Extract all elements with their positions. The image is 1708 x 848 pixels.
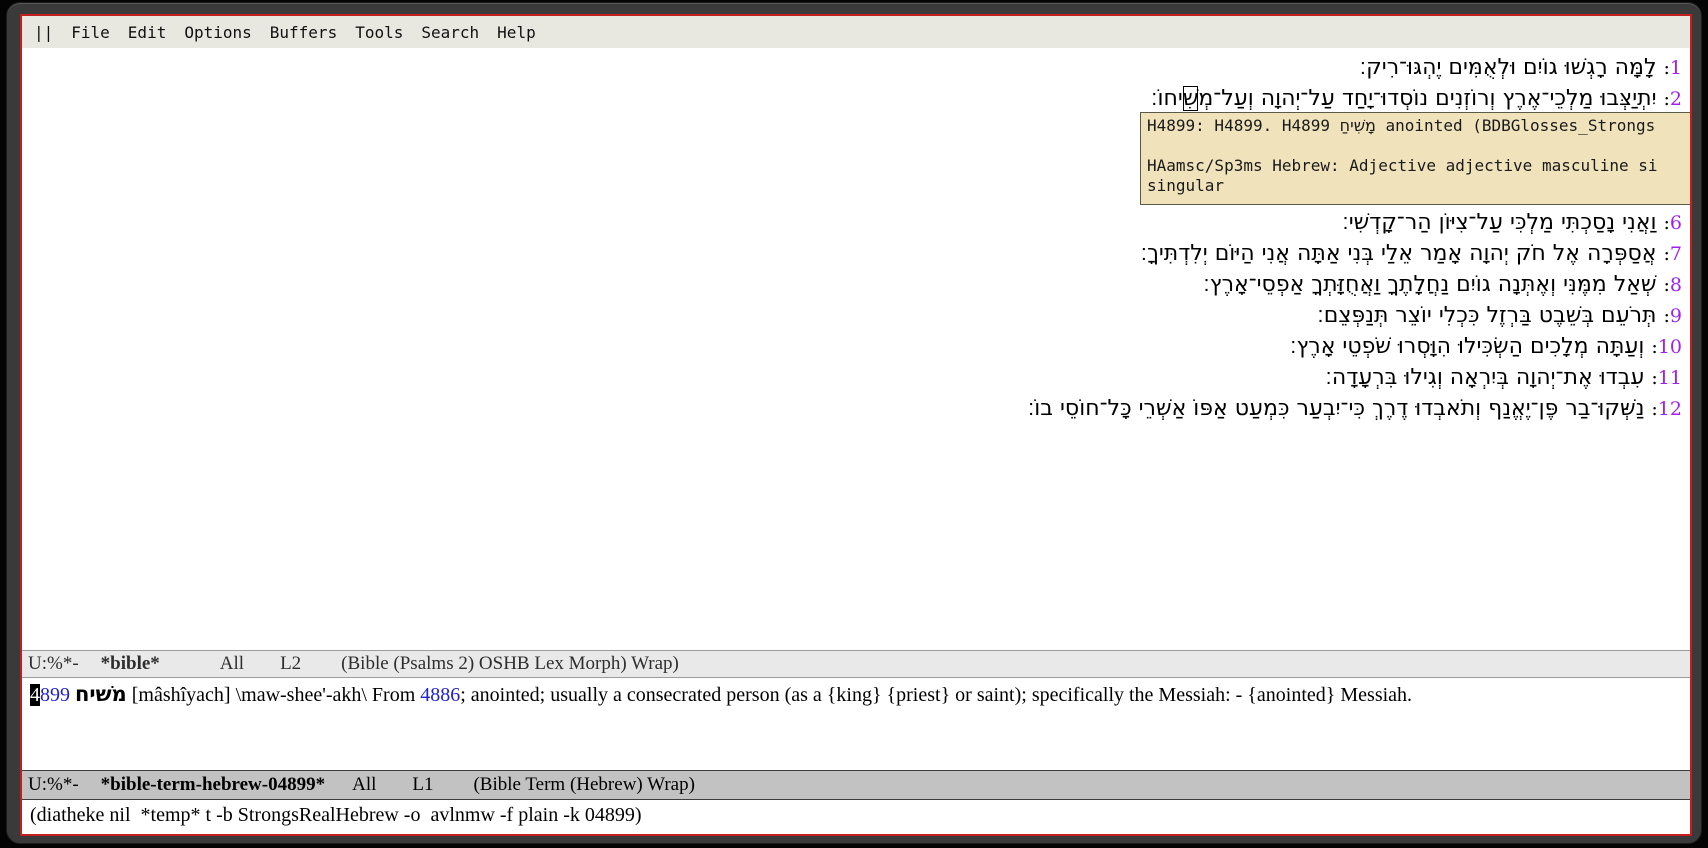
modeline-term-segment-3: L1 — [412, 774, 433, 796]
modeline-bible-segment-3: L2 — [280, 653, 301, 675]
verse-line: 11: עִבְדוּ אֶת־יְהוָה בְּיִרְאָה וְגִיל… — [22, 362, 1682, 393]
verse-text: וַאֲנִי נָסַכְתִּי מַלְכִּי עַל־צִיּוֹן … — [1342, 210, 1656, 235]
menu-bar: || File Edit Options Buffers Tools Search Help — [22, 16, 1690, 48]
verse-text: נַשְּׁקוּ־בַר פֶּן־יֶאֱנַף וְתֹאבְדוּ דֶ… — [1028, 396, 1645, 421]
tooltip-text-line: singular — [1147, 176, 1690, 196]
verse-line: 8: שְׁאַל מִמֶּנִּי וְאֶתְּנָה גוֹיִם נַ… — [22, 269, 1682, 300]
modeline-term-segment-1: *bible-term-hebrew-04899* — [101, 774, 325, 796]
menu-item-options[interactable]: Options — [184, 23, 251, 42]
menu-item-edit[interactable]: Edit — [128, 23, 167, 42]
menu-item-buffers[interactable]: Buffers — [270, 23, 337, 42]
verse-number: 8 — [1670, 274, 1682, 296]
verse-text: וְעַתָּה מְלָכִים הַשְׂכִּילוּ הִוָּסְרו… — [1290, 334, 1644, 359]
psalm-verses: 1: לָמָּה רָגְשׁוּ גוֹיִם וּלְאֻמִּים יֶ… — [22, 52, 1682, 424]
inactive-hollow-cursor: שִׁ — [1183, 86, 1199, 111]
modeline-term-segment-2: All — [352, 774, 376, 796]
minibuffer-command: (diatheke nil *temp* t -b StrongsRealHeb… — [30, 804, 642, 827]
tooltip-text-line: HAamsc/Sp3ms Hebrew: Adjective adjective… — [1147, 156, 1690, 176]
modeline-term-segment-4: (Bible Term (Hebrew) Wrap) — [473, 774, 694, 796]
strongs-tooltip: H4899: H4899. H4899 מָשִׁיחַ anointed (B… — [1140, 112, 1690, 205]
verse-number: 2 — [1670, 88, 1682, 110]
hebrew-lemma: משׁיח — [75, 681, 127, 706]
tooltip-text-line: H4899: H4899. H4899 מָשִׁיחַ anointed (B… — [1147, 116, 1690, 136]
verse-line: 10: וְעַתָּה מְלָכִים הַשְׂכִּילוּ הִוָּ… — [22, 331, 1682, 362]
verse-line: 2: יִתְיַצְּבוּ מַלְכֵי־אֶרֶץ וְרוֹזְנִי… — [22, 83, 1682, 114]
verse-number: 1 — [1670, 57, 1682, 79]
text-cursor-block: 4 — [30, 684, 40, 706]
tooltip-text-line — [1147, 136, 1690, 156]
strongs-number-4899-link[interactable]: 899 — [40, 684, 70, 706]
verse-line: 12: נַשְּׁקוּ־בַר פֶּן־יֶאֱנַף וְתֹאבְדו… — [22, 393, 1682, 424]
verse-text: יִתְיַצְּבוּ מַלְכֵי־אֶרֶץ וְרוֹזְנִים נ… — [1198, 86, 1656, 111]
term-buffer-window[interactable]: 4899 משׁיח [mâshîyach] \maw-shee'-akh\ F… — [22, 678, 1690, 770]
verse-number: 9 — [1670, 305, 1682, 327]
verse-line: 6: וַאֲנִי נָסַכְתִּי מַלְכִּי עַל־צִיּו… — [22, 207, 1682, 238]
modeline-bible-segment-2: All — [220, 653, 244, 675]
modeline-term-segment-0: U:%*- — [28, 774, 79, 796]
verse-text: לָמָּה רָגְשׁוּ גוֹיִם וּלְאֻמִּים יֶהְג… — [1360, 55, 1657, 80]
definition-text: ; anointed; usually a consecrated person… — [460, 684, 1412, 706]
bible-buffer-window[interactable]: 1: לָמָּה רָגְשׁוּ גוֹיִם וּלְאֻמִּים יֶ… — [22, 48, 1690, 650]
modeline-bible-segment-4: (Bible (Psalms 2) OSHB Lex Morph) Wrap) — [341, 653, 679, 675]
strongs-number-4886-link[interactable]: 4886 — [420, 684, 460, 706]
verse-line: 7: אֲסַפְּרָה אֶל חֹק יְהוָה אָמַר אֵלַי… — [22, 238, 1682, 269]
emacs-frame: ||FileEditOptionsBuffersToolsSearchHelp … — [20, 14, 1692, 836]
menu-item-tools[interactable]: Tools — [355, 23, 403, 42]
verse-text: יחוֹ׃ — [1151, 86, 1183, 111]
verse-text: תְּרֹעֵם בְּשֵׁבֶט בַּרְזֶל כִּכְלִי יוֹ… — [1317, 303, 1656, 328]
verse-number: 11 — [1658, 367, 1682, 389]
verse-number: 6 — [1670, 212, 1682, 234]
modeline-bible-segment-0: U:%*- — [28, 653, 79, 675]
modeline-bible-buffer: U:%*- *bible* All L2 (Bible (Psalms 2) OSHB … — [22, 650, 1690, 678]
verse-text: אֲסַפְּרָה אֶל חֹק יְהוָה אָמַר אֵלַי בְ… — [1141, 241, 1657, 266]
verse-text: עִבְדוּ אֶת־יְהוָה בְּיִרְאָה וְגִילוּ ב… — [1325, 365, 1644, 390]
menu-item-file[interactable]: File — [71, 23, 110, 42]
menu-item-[interactable]: || — [34, 23, 53, 42]
verse-number: 12 — [1658, 398, 1682, 420]
verse-number: 7 — [1670, 243, 1682, 265]
menu-item-search[interactable]: Search — [421, 23, 479, 42]
definition-text: [mâshîyach] \maw-shee'-akh\ From — [127, 684, 421, 706]
verse-number: 10 — [1658, 336, 1682, 358]
emacs-window-chrome: ||FileEditOptionsBuffersToolsSearchHelp … — [6, 2, 1702, 844]
modeline-bible-segment-1: *bible* — [101, 653, 160, 675]
menu-item-help[interactable]: Help — [497, 23, 536, 42]
screenshot-root: ||FileEditOptionsBuffersToolsSearchHelp … — [0, 0, 1708, 848]
verse-line: 9: תְּרֹעֵם בְּשֵׁבֶט בַּרְזֶל כִּכְלִי … — [22, 300, 1682, 331]
modeline-term-buffer: U:%*- *bible-term-hebrew-04899* All L1 (Bibl… — [22, 770, 1690, 800]
minibuffer[interactable]: (diatheke nil *temp* t -b StrongsRealHeb… — [22, 800, 1690, 834]
strongs-definition-line: 4899 משׁיח [mâshîyach] \maw-shee'-akh\ F… — [22, 678, 1690, 708]
verse-text: שְׁאַל מִמֶּנִּי וְאֶתְּנָה גוֹיִם נַחֲל… — [1203, 272, 1656, 297]
verse-line: 1: לָמָּה רָגְשׁוּ גוֹיִם וּלְאֻמִּים יֶ… — [22, 52, 1682, 83]
